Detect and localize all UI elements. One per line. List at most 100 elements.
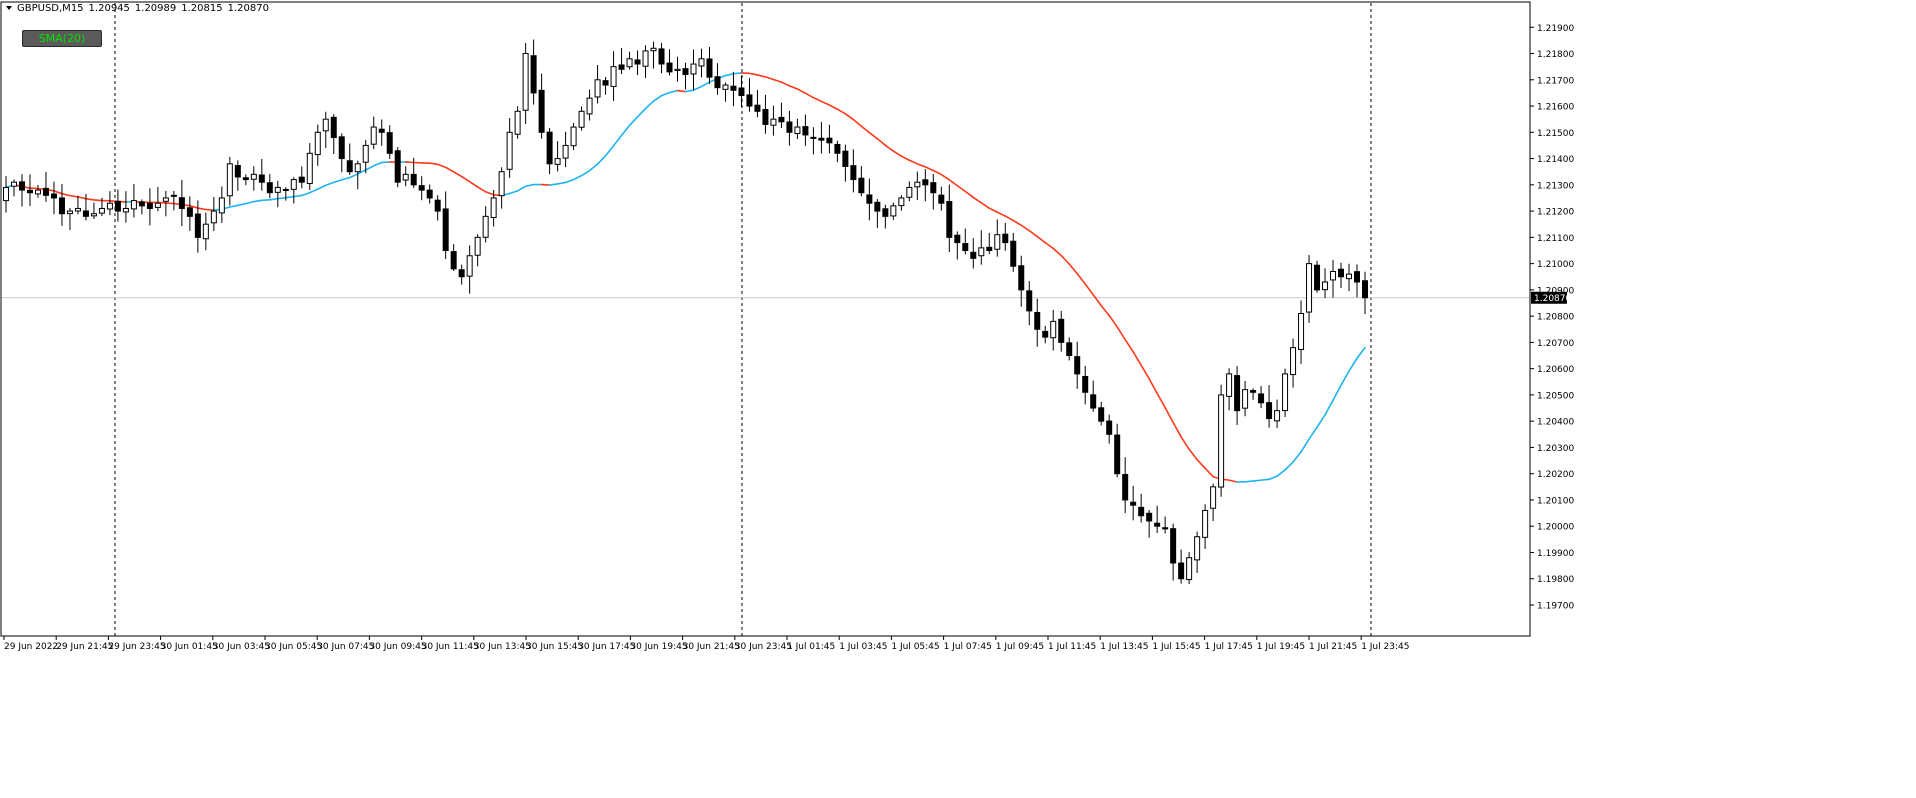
sma-segment-falling: [828, 104, 839, 110]
bear-candle: [442, 208, 449, 251]
price-tick-label: 1.21600: [1537, 103, 1574, 113]
bear-candle: [938, 194, 945, 204]
current-price-tag-label: 1.20870: [1534, 294, 1571, 304]
sma-segment-falling: [1228, 479, 1238, 483]
bear-candle: [1266, 402, 1273, 420]
sma-segment-falling: [1012, 219, 1023, 227]
sma-segment-falling: [484, 190, 495, 196]
time-tick-label: 30 Jun 01:45: [161, 642, 218, 652]
bull-candle: [98, 207, 105, 214]
sma-segment-falling: [836, 108, 847, 115]
price-chart[interactable]: 1.21900 1.21800 1.21700 1.21600 1.21500 1.214…: [0, 0, 1916, 798]
bear-candle: [1354, 271, 1361, 283]
bear-candle: [538, 89, 545, 133]
bear-candle: [1098, 407, 1105, 422]
low-value: 1.20815: [181, 3, 223, 14]
price-tick-label: 1.19800: [1537, 575, 1574, 585]
sma-segment-falling: [1084, 283, 1094, 296]
bull-candle: [402, 173, 409, 181]
bear-candle: [1250, 390, 1257, 393]
bear-candle: [18, 181, 25, 191]
sma-segment-falling: [852, 118, 863, 128]
sma-segment-falling: [908, 159, 919, 165]
bull-candle: [218, 197, 225, 214]
bear-candle: [1090, 394, 1097, 409]
sma-segment-rising: [1276, 469, 1286, 477]
bear-candle: [434, 199, 441, 212]
time-tick-label: 30 Jun 05:45: [265, 642, 322, 652]
sma-segment-falling: [996, 211, 1007, 217]
bull-candle: [978, 247, 985, 257]
sma-segment-rising: [668, 89, 679, 94]
bull-candle: [890, 205, 897, 217]
bear-candle: [42, 187, 49, 196]
price-tick-label: 1.20700: [1537, 339, 1574, 349]
sma-segment-falling: [1116, 326, 1126, 341]
bear-candle: [1130, 501, 1137, 506]
bear-candle: [714, 76, 721, 89]
bear-candle: [1074, 356, 1081, 375]
bear-candle: [1154, 522, 1161, 527]
bear-candle: [194, 213, 201, 238]
sma-segment-rising: [1316, 414, 1326, 429]
sma-segment-falling: [900, 155, 911, 162]
bear-candle: [818, 137, 825, 141]
bear-candle: [954, 234, 961, 244]
price-tick-label: 1.20200: [1537, 470, 1574, 480]
high-value: 1.20989: [134, 3, 177, 14]
bear-candle: [426, 189, 433, 199]
dropdown-arrow-icon[interactable]: [6, 6, 12, 10]
bull-candle: [1298, 313, 1305, 351]
price-tick-label: 1.20600: [1537, 365, 1574, 375]
sma-segment-falling: [428, 162, 439, 166]
bear-candle: [1058, 318, 1065, 343]
time-tick-label: 30 Jun 09:45: [369, 642, 426, 652]
price-tick-label: 1.20400: [1537, 418, 1574, 428]
sma-segment-falling: [1148, 377, 1158, 395]
bear-candle: [346, 160, 353, 173]
time-tick-label: 1 Jul 05:45: [891, 642, 939, 652]
sma-segment-rising: [316, 184, 327, 190]
sma-segment-rising: [1348, 357, 1358, 372]
bull-candle: [594, 79, 601, 98]
bull-candle: [1202, 509, 1209, 538]
bear-candle: [450, 251, 457, 270]
price-tick-label: 1.21100: [1537, 234, 1574, 244]
sma-indicator-button[interactable]: SMA(20): [22, 30, 102, 47]
sma-segment-falling: [1156, 392, 1166, 409]
time-tick-label: 30 Jun 13:45: [474, 642, 531, 652]
sma-segment-falling: [1076, 272, 1087, 285]
sma-segment-rising: [308, 188, 319, 194]
time-tick-label: 30 Jun 19:45: [630, 642, 687, 652]
sma-segment-falling: [804, 92, 815, 99]
bear-candle: [930, 182, 937, 194]
bull-candle: [1282, 373, 1289, 412]
bear-candle: [1162, 527, 1169, 530]
sma-segment-falling: [1124, 338, 1134, 353]
sma-segment-rising: [332, 179, 343, 184]
bear-candle: [778, 116, 785, 123]
bear-candle: [178, 197, 185, 209]
bear-candle: [546, 131, 553, 165]
sma-segment-rising: [1260, 478, 1270, 481]
bear-candle: [802, 126, 809, 136]
sma-segment-falling: [1204, 467, 1214, 478]
sma-segment-falling: [924, 166, 935, 172]
sma-segment-falling: [197, 207, 207, 211]
sma-segment-rising: [1332, 384, 1342, 402]
time-axis[interactable]: 29 Jun 202229 Jun 21:4529 Jun 23:4530 Ju…: [3, 636, 1409, 652]
price-axis[interactable]: 1.21900 1.21800 1.21700 1.21600 1.21500 1.214…: [1530, 24, 1574, 612]
bear-candle: [962, 243, 969, 251]
sma-segment-rising: [732, 72, 743, 75]
sma-segment-falling: [844, 112, 855, 121]
sma-segment-rising: [636, 107, 647, 118]
sma-segment-falling: [1092, 293, 1102, 307]
bear-candle: [1082, 375, 1089, 393]
sma-segment-falling: [1172, 421, 1182, 438]
bull-candle: [354, 163, 361, 173]
bear-candle: [922, 179, 929, 186]
bear-candle: [602, 80, 609, 86]
bull-candle: [490, 197, 497, 218]
price-tick-label: 1.21700: [1537, 76, 1574, 86]
bull-candle: [554, 158, 561, 165]
